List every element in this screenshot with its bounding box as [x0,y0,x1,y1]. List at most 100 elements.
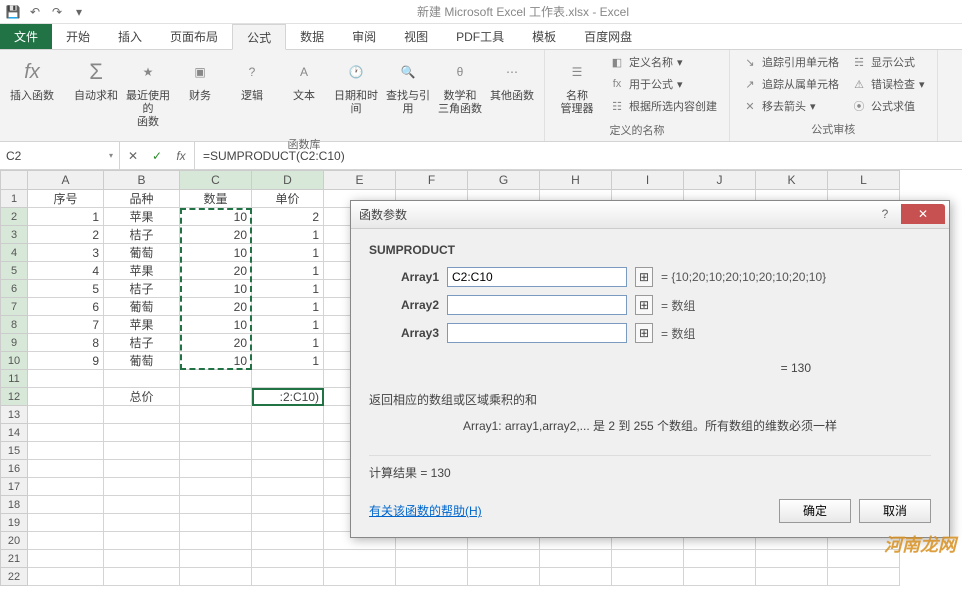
insert-function-button[interactable]: fx 插入函数 [8,52,56,107]
cell[interactable]: 20 [180,298,252,316]
cell[interactable] [252,514,324,532]
cell[interactable]: 2 [28,226,104,244]
cancel-entry-icon[interactable]: ✕ [126,149,140,163]
column-header[interactable]: J [684,170,756,190]
cell[interactable] [252,406,324,424]
cell[interactable]: 9 [28,352,104,370]
function-help-link[interactable]: 有关该函数的帮助(H) [369,502,482,519]
row-header[interactable]: 2 [0,208,28,226]
column-header[interactable]: C [180,170,252,190]
tab-view[interactable]: 视图 [390,24,442,49]
text-button[interactable]: A文本 [280,52,328,107]
column-header[interactable]: L [828,170,900,190]
other-button[interactable]: ⋯其他函数 [488,52,536,107]
row-header[interactable]: 1 [0,190,28,208]
cell[interactable] [324,568,396,586]
column-header[interactable]: A [28,170,104,190]
column-header[interactable]: F [396,170,468,190]
row-header[interactable]: 12 [0,388,28,406]
cell[interactable] [252,496,324,514]
autosum-button[interactable]: Σ自动求和 [72,52,120,107]
cell[interactable] [252,568,324,586]
remove-arrows-button[interactable]: ✕移去箭头 ▾ [738,96,843,116]
tab-file[interactable]: 文件 [0,24,52,49]
tab-data[interactable]: 数据 [286,24,338,49]
cell[interactable] [540,550,612,568]
cell[interactable]: 10 [180,280,252,298]
arg-input-1[interactable] [447,295,627,315]
cell[interactable] [104,514,180,532]
cell[interactable]: 7 [28,316,104,334]
cell[interactable]: 1 [252,316,324,334]
cell[interactable]: 葡萄 [104,352,180,370]
cell[interactable] [28,496,104,514]
cell[interactable] [180,514,252,532]
error-check-button[interactable]: ⚠错误检查 ▾ [847,74,929,94]
cell[interactable] [180,568,252,586]
cell[interactable] [104,532,180,550]
math-button[interactable]: θ数学和 三角函数 [436,52,484,120]
cell[interactable] [28,442,104,460]
formula-input[interactable]: =SUMPRODUCT(C2:C10) [195,142,962,169]
name-box[interactable]: C2 [0,142,120,169]
cell[interactable]: 1 [28,208,104,226]
cell[interactable]: 品种 [104,190,180,208]
row-header[interactable]: 11 [0,370,28,388]
recent-button[interactable]: ★最近使用的 函数 [124,52,172,134]
cell[interactable] [104,442,180,460]
cell[interactable]: 1 [252,244,324,262]
cell[interactable] [756,550,828,568]
cell[interactable] [104,460,180,478]
cell[interactable]: 20 [180,334,252,352]
arg-input-2[interactable] [447,323,627,343]
cell[interactable] [104,424,180,442]
row-header[interactable]: 16 [0,460,28,478]
column-header[interactable]: I [612,170,684,190]
cell[interactable] [684,568,756,586]
cell[interactable]: 1 [252,298,324,316]
evaluate-button[interactable]: ⦿公式求值 [847,96,929,116]
cell[interactable] [684,550,756,568]
cancel-button[interactable]: 取消 [859,499,931,523]
cell[interactable]: 1 [252,334,324,352]
cell[interactable]: 1 [252,226,324,244]
cell[interactable] [104,478,180,496]
cell[interactable] [252,424,324,442]
cell[interactable] [252,442,324,460]
tab-template[interactable]: 模板 [518,24,570,49]
cell[interactable]: 苹果 [104,316,180,334]
cell[interactable] [180,532,252,550]
row-header[interactable]: 3 [0,226,28,244]
cell[interactable] [180,406,252,424]
cell[interactable] [396,568,468,586]
cell[interactable] [28,478,104,496]
redo-icon[interactable]: ↷ [48,3,66,21]
cell[interactable] [28,532,104,550]
save-icon[interactable]: 💾 [4,3,22,21]
row-header[interactable]: 22 [0,568,28,586]
tab-review[interactable]: 审阅 [338,24,390,49]
cell[interactable] [104,550,180,568]
cell[interactable] [612,568,684,586]
row-header[interactable]: 14 [0,424,28,442]
fx-button-icon[interactable]: fx [174,149,188,163]
row-header[interactable]: 21 [0,550,28,568]
show-formulas-button[interactable]: ☵显示公式 [847,52,929,72]
column-header[interactable]: B [104,170,180,190]
row-header[interactable]: 19 [0,514,28,532]
cell[interactable] [396,550,468,568]
cell[interactable] [104,496,180,514]
cell[interactable] [468,550,540,568]
define-name-button[interactable]: ◧定义名称 ▾ [605,52,721,72]
cell[interactable] [180,442,252,460]
cell[interactable] [104,370,180,388]
arg-input-0[interactable] [447,267,627,287]
financial-button[interactable]: ▣财务 [176,52,224,107]
row-header[interactable]: 20 [0,532,28,550]
column-header[interactable]: E [324,170,396,190]
tab-baidu[interactable]: 百度网盘 [570,24,646,49]
undo-icon[interactable]: ↶ [26,3,44,21]
cell[interactable] [28,370,104,388]
cell[interactable]: 桔子 [104,334,180,352]
cell[interactable] [104,406,180,424]
